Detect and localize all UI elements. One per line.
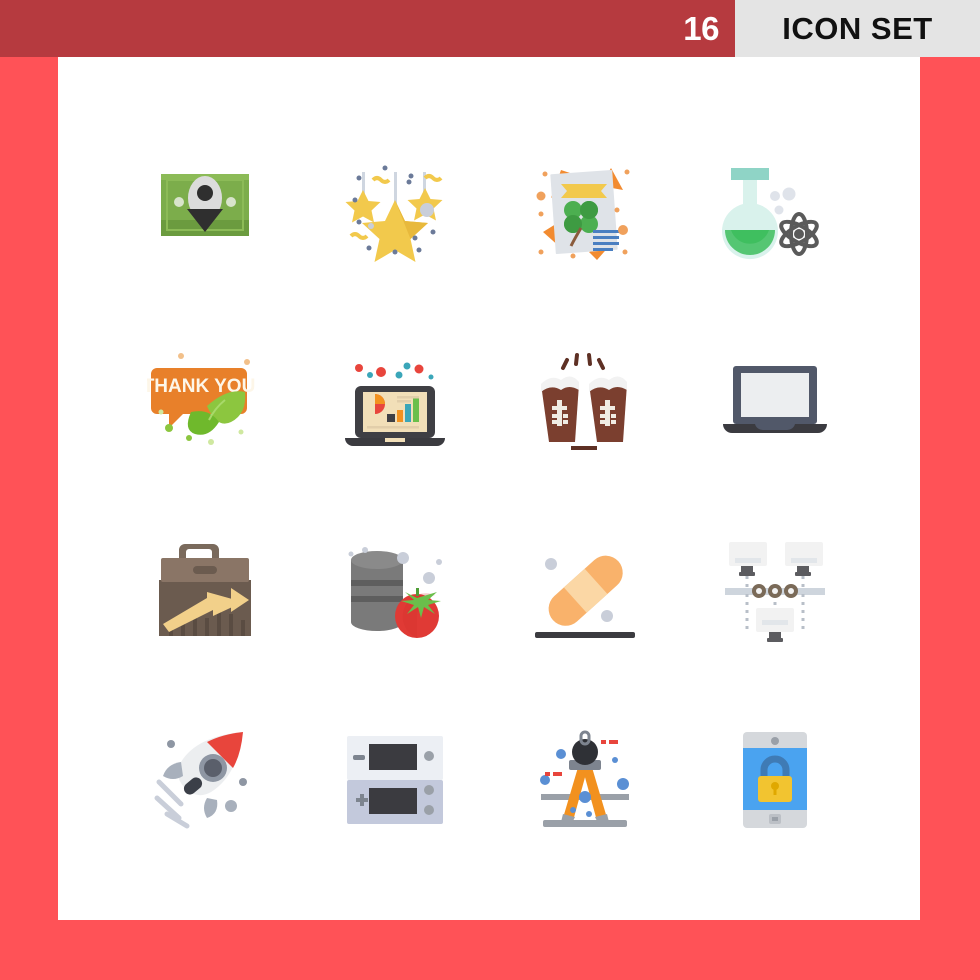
drafting-compass-icon [540,730,629,827]
flask-atom-science-icon [722,168,819,260]
icon-cell-rocket[interactable] [110,685,300,875]
icon-cell-beer-toast[interactable] [490,305,680,495]
header-count-band: 16 [0,0,735,57]
money-banknote-icon [161,174,249,236]
icon-cell-drafting-compass[interactable] [490,685,680,875]
icon-grid: THANK YOU [110,115,870,875]
rocket-launch-icon [154,732,247,829]
laptop-icon [723,366,827,433]
briefcase-growth-chart-icon [159,544,251,636]
header-title-band: ICON SET [735,0,980,57]
thank-you-bubble-leaves-icon: THANK YOU [147,353,255,445]
beer-mugs-toast-icon [541,353,627,450]
eraser-icon [535,555,635,638]
icon-count-label: 16 [683,10,719,47]
icon-cell-thank-you[interactable]: THANK YOU [110,305,300,495]
icon-cell-flask-atom[interactable] [680,115,870,305]
server-rack-icon [347,736,443,824]
icon-cell-eraser[interactable] [490,495,680,685]
laptop-analytics-icon [345,362,445,446]
hanging-stars-decoration-icon [345,165,443,262]
icon-cell-hanging-stars[interactable] [300,115,490,305]
greeting-card-clover-icon [536,168,630,260]
icon-sheet-panel: THANK YOU [58,57,920,920]
icon-cell-laptop-analytics[interactable] [300,305,490,495]
icon-cell-mobile-security[interactable] [680,685,870,875]
page-title: ICON SET [782,11,933,46]
icon-cell-server-rack[interactable] [300,685,490,875]
icon-cell-money-banknote[interactable] [110,115,300,305]
mobile-security-lock-icon [743,732,807,828]
icon-cell-database-tomato[interactable] [300,495,490,685]
icon-cell-greeting-card[interactable] [490,115,680,305]
header-bar: 16 ICON SET [0,0,980,57]
icon-cell-network-hierarchy[interactable] [680,495,870,685]
icon-cell-laptop[interactable] [680,305,870,495]
icon-cell-briefcase-growth[interactable] [110,495,300,685]
database-tomato-icon [348,547,442,638]
network-hierarchy-icon [725,542,825,642]
